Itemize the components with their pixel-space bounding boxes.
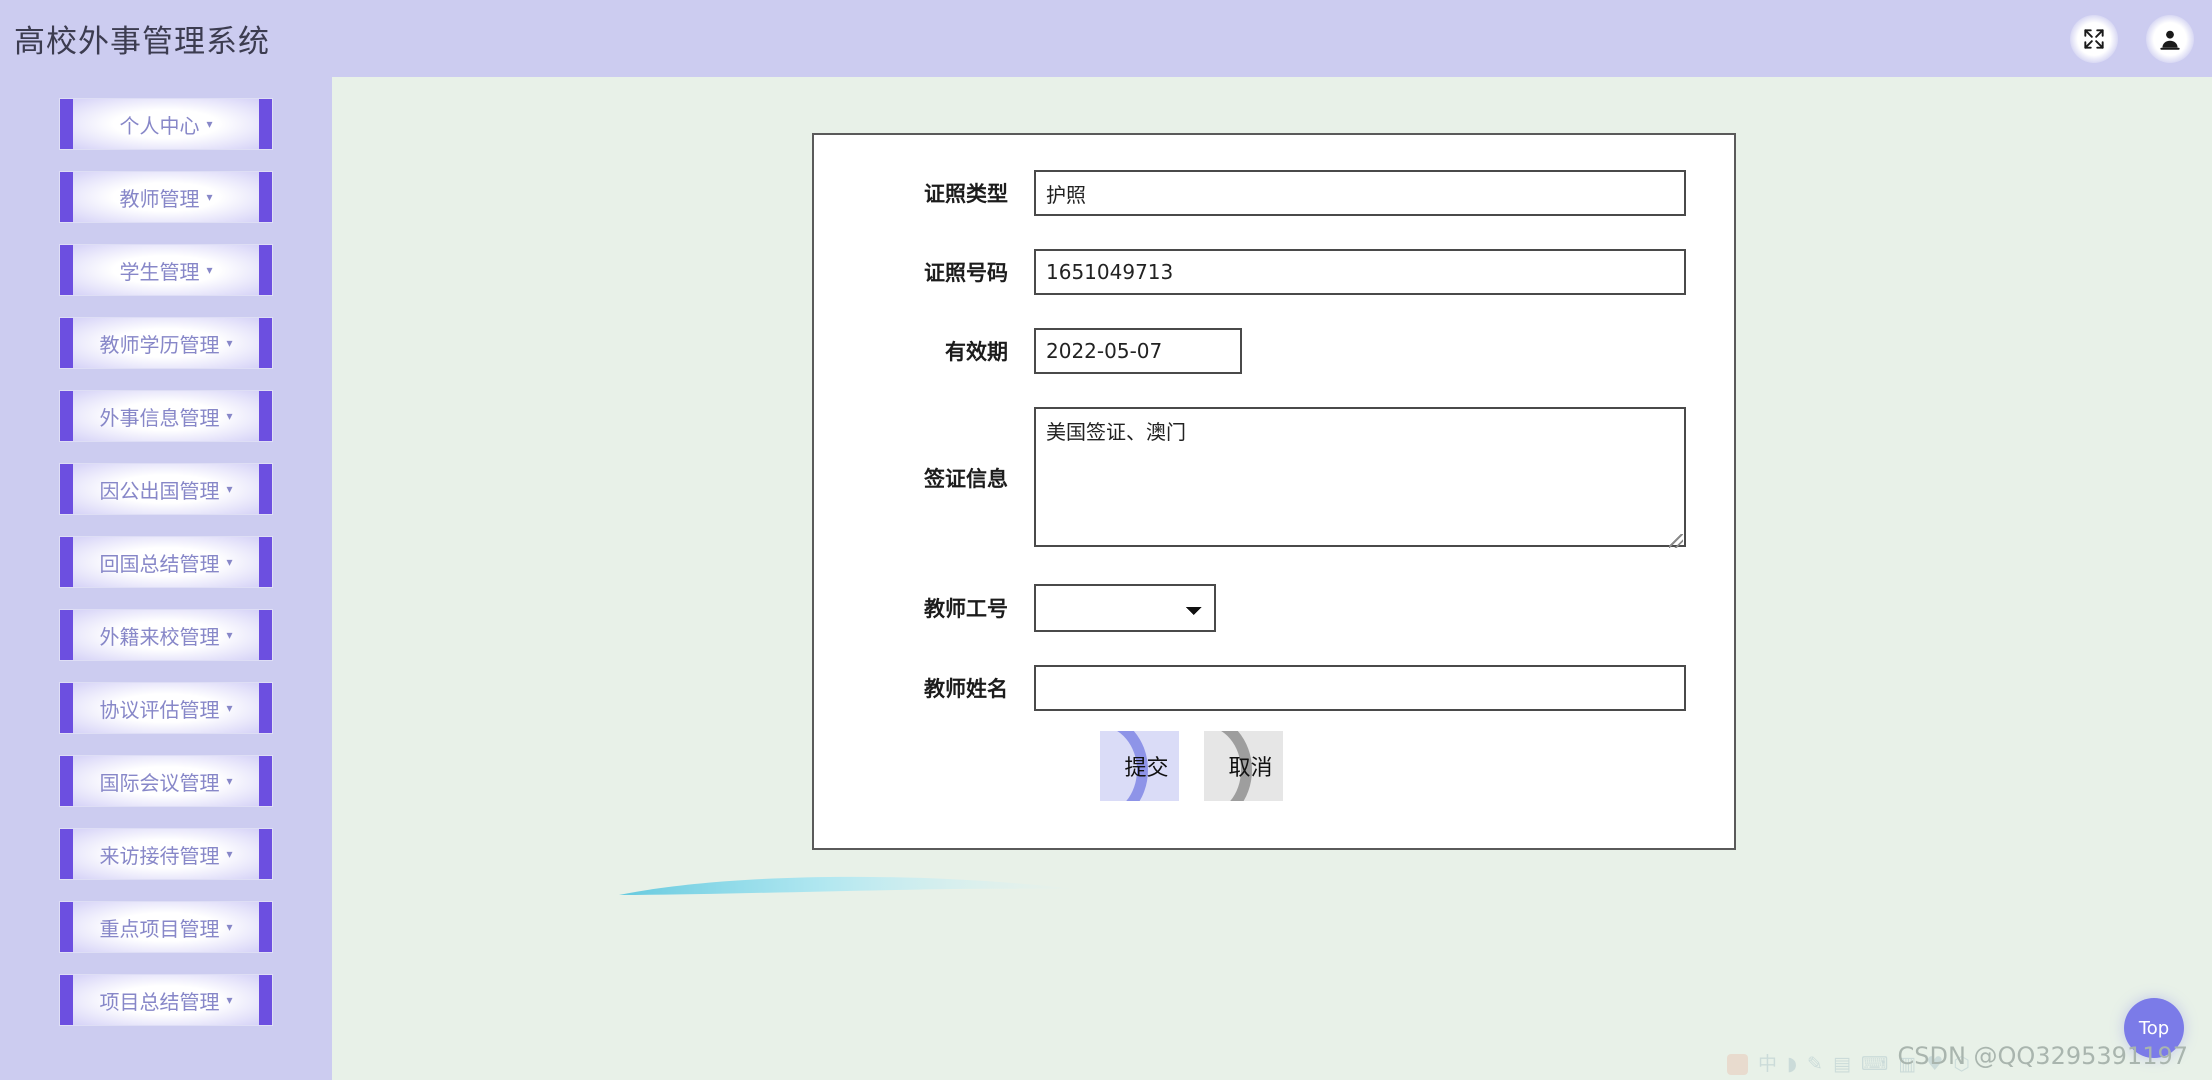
sidebar-item-label: 重点项目管理 [99, 916, 220, 941]
teacher-name-input[interactable] [1034, 665, 1686, 711]
ime-item: ▤ [1832, 1053, 1851, 1075]
sidebar-item-foreign-affairs-info-management[interactable]: 外事信息管理 ▾ [60, 391, 272, 441]
sidebar-item-official-abroad-management[interactable]: 因公出国管理 ▾ [60, 464, 272, 514]
cert-type-input[interactable] [1034, 170, 1686, 216]
ime-item: ⬡ [1953, 1053, 1970, 1075]
sidebar-item-key-project-management[interactable]: 重点项目管理 ▾ [60, 902, 272, 952]
user-icon[interactable] [2146, 14, 2194, 63]
chevron-down-icon: ▾ [226, 409, 233, 423]
sidebar-item-label: 因公出国管理 [99, 478, 220, 503]
fullscreen-icon[interactable] [2070, 14, 2118, 63]
cert-number-label: 证照号码 [924, 261, 1008, 285]
chevron-down-icon: ▾ [226, 336, 233, 350]
sidebar-item-label: 回国总结管理 [99, 551, 220, 576]
sidebar-item-label: 教师学历管理 [99, 332, 220, 357]
chevron-down-icon: ▾ [226, 993, 233, 1007]
teacher-name-label: 教师姓名 [924, 677, 1008, 701]
chevron-down-icon: ▾ [226, 701, 233, 715]
sidebar-item-personal-center[interactable]: 个人中心 ▾ [60, 99, 272, 149]
main-content: 证照类型 证照号码 有效期 签证信息 美国签证、澳门 教师工号 [332, 77, 2212, 1080]
chevron-down-icon: ▾ [226, 920, 233, 934]
form-button-row: 提交 取消 [814, 731, 1734, 801]
sidebar-item-label: 来访接待管理 [99, 843, 220, 868]
sidebar-item-label: 外籍来校管理 [99, 624, 220, 649]
ime-toolbar: 中 ◗ ✎ ▤ ⌨ ▥ ♥ ⬡ [1727, 1054, 1970, 1075]
form-row-cert-type: 证照类型 [814, 170, 1734, 216]
sidebar-item-teacher-education-management[interactable]: 教师学历管理 ▾ [60, 318, 272, 368]
sidebar-item-label: 项目总结管理 [99, 989, 220, 1014]
sidebar: 个人中心 ▾ 教师管理 ▾ 学生管理 ▾ 教师学历管理 ▾ 外事信息管理 ▾ 因… [0, 77, 332, 1080]
sidebar-item-project-summary-management[interactable]: 项目总结管理 ▾ [60, 975, 272, 1025]
scroll-to-top-button[interactable]: Top [2124, 998, 2184, 1058]
visa-info-label: 签证信息 [924, 467, 1008, 491]
chevron-down-icon: ▾ [206, 190, 213, 204]
form-row-valid-date: 有效期 [814, 328, 1734, 374]
valid-date-input[interactable] [1034, 328, 1242, 374]
ime-item: ✎ [1807, 1053, 1823, 1075]
cert-number-input[interactable] [1034, 249, 1686, 295]
form-row-teacher-id: 教师工号 [814, 584, 1734, 632]
sidebar-item-teacher-management[interactable]: 教师管理 ▾ [60, 172, 272, 222]
chevron-down-icon: ▾ [226, 555, 233, 569]
chevron-down-icon: ▾ [206, 263, 213, 277]
sidebar-item-international-conference-management[interactable]: 国际会议管理 ▾ [60, 756, 272, 806]
page-title: 高校外事管理系统 [14, 24, 270, 60]
form-row-teacher-name: 教师姓名 [814, 665, 1734, 711]
cert-type-label: 证照类型 [924, 182, 1008, 206]
scroll-to-top-label: Top [2138, 1017, 2170, 1039]
ime-item: ⌨ [1860, 1053, 1889, 1075]
visa-info-textarea[interactable]: 美国签证、澳门 [1034, 407, 1686, 547]
valid-date-label: 有效期 [945, 340, 1008, 364]
chevron-down-icon: ▾ [226, 482, 233, 496]
cancel-button-label: 取消 [1228, 756, 1273, 781]
sidebar-item-label: 协议评估管理 [99, 697, 220, 722]
sidebar-item-visit-reception-management[interactable]: 来访接待管理 ▾ [60, 829, 272, 879]
certificate-form-panel: 证照类型 证照号码 有效期 签证信息 美国签证、澳门 教师工号 [812, 133, 1736, 850]
form-row-cert-number: 证照号码 [814, 249, 1734, 295]
app-header: 高校外事管理系统 [0, 0, 2212, 77]
ime-item: ◗ [1787, 1053, 1798, 1075]
body-area: 个人中心 ▾ 教师管理 ▾ 学生管理 ▾ 教师学历管理 ▾ 外事信息管理 ▾ 因… [0, 77, 2212, 1080]
teacher-id-select[interactable] [1034, 584, 1216, 632]
sidebar-item-agreement-evaluation-management[interactable]: 协议评估管理 ▾ [60, 683, 272, 733]
chevron-down-icon: ▾ [226, 847, 233, 861]
chevron-down-icon: ▾ [226, 628, 233, 642]
sidebar-item-return-summary-management[interactable]: 回国总结管理 ▾ [60, 537, 272, 587]
cancel-button[interactable]: 取消 [1204, 731, 1283, 801]
ime-item: ▥ [1898, 1053, 1917, 1075]
chevron-down-icon: ▾ [226, 774, 233, 788]
visa-info-wrap: 美国签证、澳门 [1034, 407, 1686, 551]
submit-button-label: 提交 [1124, 756, 1169, 781]
ime-item: ♥ [1926, 1053, 1944, 1075]
sidebar-item-foreign-visitor-management[interactable]: 外籍来校管理 ▾ [60, 610, 272, 660]
decorative-swoosh [619, 876, 1075, 895]
sidebar-item-label: 教师管理 [119, 186, 200, 211]
ime-logo-icon [1727, 1054, 1748, 1075]
sidebar-item-label: 个人中心 [119, 113, 200, 138]
sidebar-item-label: 外事信息管理 [99, 405, 220, 430]
chevron-down-icon: ▾ [206, 117, 213, 131]
ime-item: 中 [1758, 1053, 1778, 1075]
sidebar-item-label: 学生管理 [119, 259, 200, 284]
sidebar-item-label: 国际会议管理 [99, 770, 220, 795]
sidebar-item-student-management[interactable]: 学生管理 ▾ [60, 245, 272, 295]
teacher-id-label: 教师工号 [924, 597, 1008, 621]
form-row-visa-info: 签证信息 美国签证、澳门 [814, 407, 1734, 551]
header-actions [2070, 0, 2194, 77]
submit-button[interactable]: 提交 [1100, 731, 1179, 801]
